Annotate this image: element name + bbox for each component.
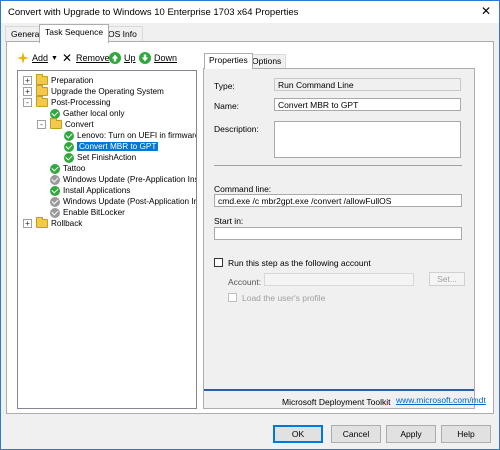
type-field: Run Command Line: [274, 78, 461, 91]
down-label: Down: [154, 53, 178, 63]
divider: [214, 165, 462, 166]
remove-icon: ✕: [61, 51, 73, 65]
tree-item-preparation[interactable]: Preparation: [36, 74, 94, 86]
check-icon: [64, 152, 74, 163]
tab-properties[interactable]: Properties: [204, 53, 253, 69]
collapse-icon[interactable]: -: [37, 120, 46, 129]
check-icon: [50, 185, 60, 196]
load-profile-checkbox[interactable]: [228, 293, 237, 302]
gray-check-icon: [50, 174, 60, 185]
tree-item-label: Install Applications: [63, 186, 131, 195]
command-line-field[interactable]: cmd.exe /c mbr2gpt.exe /convert /allowFu…: [214, 194, 462, 207]
tree-item-windows-update-post[interactable]: Windows Update (Post-Application Install…: [50, 196, 196, 207]
start-in-field[interactable]: [214, 227, 462, 240]
tree-item-label: Convert MBR to GPT: [77, 142, 159, 151]
tree-item-upgrade-os[interactable]: Upgrade the Operating System: [36, 85, 164, 97]
expand-icon[interactable]: +: [23, 76, 32, 85]
description-label: Description:: [214, 124, 259, 134]
up-label: Up: [124, 53, 136, 63]
check-icon: [64, 141, 74, 152]
check-icon: [50, 163, 60, 174]
tree-item-enable-bitlocker[interactable]: Enable BitLocker: [50, 207, 125, 218]
window-title: Convert with Upgrade to Windows 10 Enter…: [8, 7, 299, 18]
tree-item-label: Windows Update (Pre-Application Installa…: [63, 175, 196, 184]
tree-item-convert[interactable]: Convert: [50, 118, 94, 130]
mdt-link[interactable]: www.microsoft.com/mdt: [396, 395, 486, 405]
arrow-down-icon: [139, 52, 151, 64]
remove-label: Remove: [76, 53, 110, 63]
properties-pane: Type: Run Command Line Name: Convert MBR…: [203, 68, 486, 409]
expand-icon[interactable]: +: [23, 219, 32, 228]
folder-icon: [50, 118, 62, 129]
tab-task-sequence[interactable]: Task Sequence: [39, 24, 110, 43]
remove-button[interactable]: ✕ Remove: [61, 50, 110, 66]
arrow-up-icon: [109, 52, 121, 64]
tree-item-label: Enable BitLocker: [63, 208, 125, 217]
help-button[interactable]: Help: [441, 425, 491, 443]
check-icon: [64, 130, 74, 141]
add-button[interactable]: Add ▼: [17, 50, 58, 66]
tree-item-label: Windows Update (Post-Application Install…: [63, 197, 196, 206]
down-button[interactable]: Down: [139, 50, 177, 66]
title-bar[interactable]: Convert with Upgrade to Windows 10 Enter…: [1, 1, 499, 23]
account-field[interactable]: [264, 273, 414, 286]
tree-item-gather-local-only[interactable]: Gather local only: [50, 108, 124, 119]
command-line-label: Command line:: [214, 184, 272, 194]
tree-item-label: Rollback: [51, 219, 83, 228]
check-icon: [50, 108, 60, 119]
tree-item-windows-update-pre[interactable]: Windows Update (Pre-Application Installa…: [50, 174, 196, 185]
tree-item-lenovo-uefi[interactable]: Lenovo: Turn on UEFI in firmware: [64, 130, 197, 141]
tree-item-convert-mbr-to-gpt[interactable]: Convert MBR to GPT: [64, 141, 159, 152]
run-as-checkbox[interactable]: [214, 258, 223, 267]
up-button[interactable]: Up: [109, 50, 136, 66]
start-in-label: Start in:: [214, 216, 244, 226]
tree-item-label: Post-Processing: [51, 98, 111, 107]
load-profile-label: Load the user's profile: [242, 293, 326, 303]
tab-options[interactable]: Options: [247, 54, 287, 68]
tree-item-tattoo[interactable]: Tattoo: [50, 163, 85, 174]
folder-icon: [36, 217, 48, 228]
gray-check-icon: [50, 196, 60, 207]
tree-item-install-applications[interactable]: Install Applications: [50, 185, 130, 196]
description-field[interactable]: [274, 121, 461, 158]
tree-item-label: Preparation: [51, 76, 94, 85]
name-field[interactable]: Convert MBR to GPT: [274, 98, 461, 111]
tree-item-post-processing[interactable]: Post-Processing: [36, 96, 111, 108]
tree-item-label: Set FinishAction: [77, 153, 137, 162]
folder-icon: [36, 96, 48, 107]
tree-item-label: Convert: [65, 120, 94, 129]
name-label: Name:: [214, 101, 240, 111]
add-icon: [17, 52, 29, 64]
expand-icon[interactable]: +: [23, 87, 32, 96]
properties-window: Convert with Upgrade to Windows 10 Enter…: [0, 0, 500, 450]
type-label: Type:: [214, 81, 235, 91]
footer-divider: [204, 389, 474, 391]
footer-text: Microsoft Deployment Toolkit: [282, 397, 391, 407]
close-icon[interactable]: ✕: [479, 4, 493, 18]
task-sequence-tree[interactable]: + Preparation + Upgrade the Operating Sy…: [17, 70, 197, 409]
ok-button[interactable]: OK: [273, 425, 323, 443]
tree-item-label: Upgrade the Operating System: [51, 87, 164, 96]
cancel-button[interactable]: Cancel: [331, 425, 381, 443]
account-label: Account:: [228, 277, 262, 287]
tree-item-label: Lenovo: Turn on UEFI in firmware: [77, 131, 197, 140]
gray-check-icon: [50, 207, 60, 218]
set-button[interactable]: Set...: [429, 272, 465, 286]
tree-item-set-finishaction[interactable]: Set FinishAction: [64, 152, 136, 163]
chevron-down-icon: ▼: [51, 54, 58, 62]
collapse-icon[interactable]: -: [23, 98, 32, 107]
folder-icon: [36, 85, 48, 96]
apply-button[interactable]: Apply: [386, 425, 436, 443]
task-sequence-panel: Add ▼ ✕ Remove Up Down + Preparation + U…: [6, 41, 494, 414]
tree-item-label: Tattoo: [63, 164, 86, 173]
add-label: Add: [32, 53, 49, 63]
tree-item-rollback[interactable]: Rollback: [36, 217, 83, 229]
run-as-label: Run this step as the following account: [228, 258, 371, 268]
folder-icon: [36, 74, 48, 85]
tree-item-label: Gather local only: [63, 109, 125, 118]
